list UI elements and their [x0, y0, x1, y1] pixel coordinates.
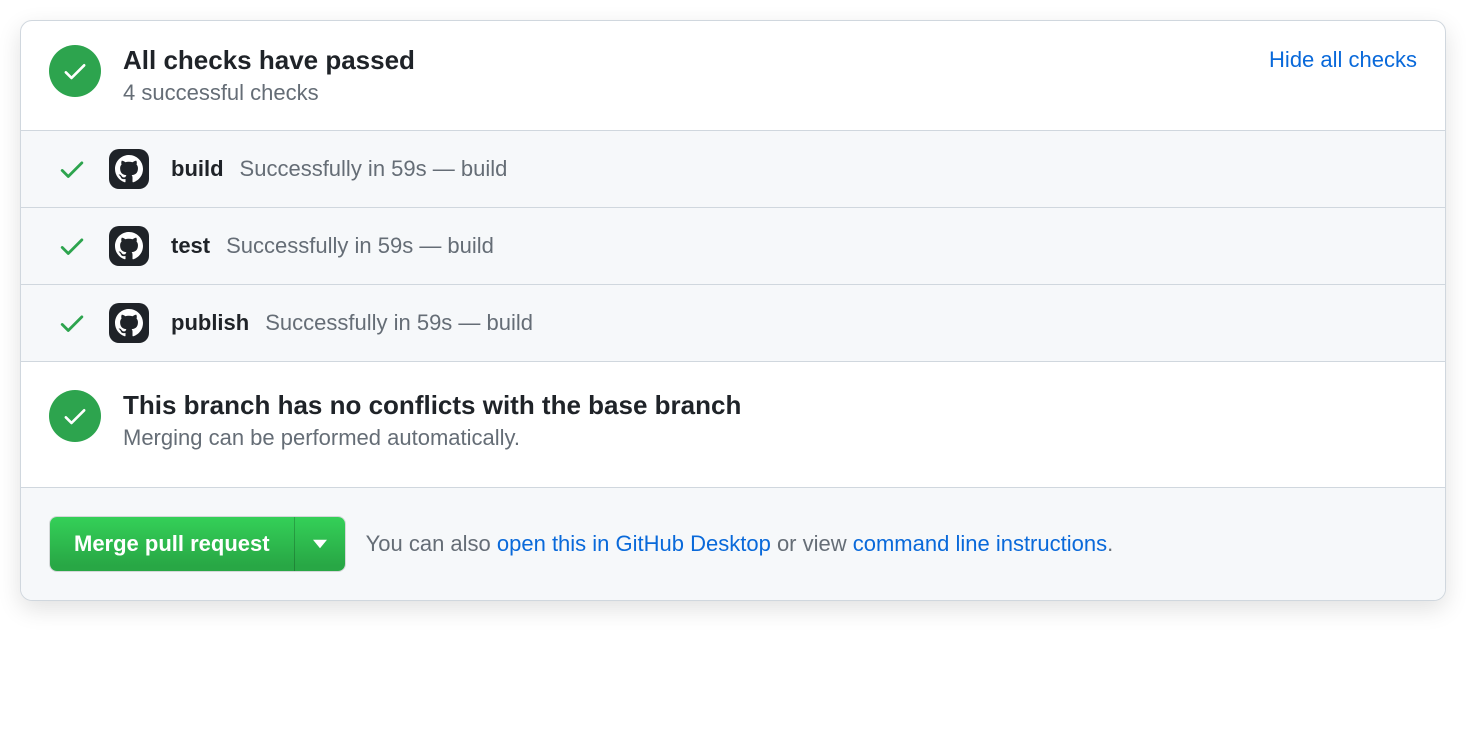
open-desktop-link[interactable]: open this in GitHub Desktop [497, 531, 771, 556]
hint-suffix: . [1107, 531, 1113, 556]
check-text: test Successfully in 59s — build [171, 233, 494, 259]
check-name: test [171, 233, 210, 259]
merge-options-dropdown[interactable] [294, 517, 345, 571]
toggle-checks-link[interactable]: Hide all checks [1269, 45, 1417, 73]
check-success-icon [57, 308, 87, 338]
check-row: test Successfully in 59s — build [21, 208, 1445, 285]
checks-header: All checks have passed 4 successful chec… [21, 21, 1445, 130]
github-icon [109, 149, 149, 189]
command-line-link[interactable]: command line instructions [853, 531, 1107, 556]
success-status-icon [49, 45, 101, 97]
check-name: build [171, 156, 224, 182]
check-success-icon [57, 154, 87, 184]
hint-prefix: You can also [366, 531, 497, 556]
merge-footer: Merge pull request You can also open thi… [21, 487, 1445, 600]
merge-button-group: Merge pull request [49, 516, 346, 572]
check-detail: Successfully in 59s — build [240, 156, 508, 182]
checks-header-text: All checks have passed 4 successful chec… [123, 45, 415, 106]
merge-status-title: This branch has no conflicts with the ba… [123, 390, 741, 421]
merge-status-subtitle: Merging can be performed automatically. [123, 425, 741, 451]
merge-panel: All checks have passed 4 successful chec… [20, 20, 1446, 601]
check-success-icon [57, 231, 87, 261]
checks-title: All checks have passed [123, 45, 415, 76]
caret-down-icon [313, 539, 327, 549]
check-text: build Successfully in 59s — build [171, 156, 507, 182]
github-icon [109, 226, 149, 266]
merge-hint-text: You can also open this in GitHub Desktop… [366, 531, 1114, 557]
check-row: build Successfully in 59s — build [21, 131, 1445, 208]
check-detail: Successfully in 59s — build [265, 310, 533, 336]
success-status-icon [49, 390, 101, 442]
hint-mid: or view [771, 531, 853, 556]
check-row: publish Successfully in 59s — build [21, 285, 1445, 361]
checks-list: build Successfully in 59s — build test S… [21, 130, 1445, 361]
check-text: publish Successfully in 59s — build [171, 310, 533, 336]
github-icon [109, 303, 149, 343]
checks-subtitle: 4 successful checks [123, 80, 415, 106]
check-detail: Successfully in 59s — build [226, 233, 494, 259]
merge-status-text: This branch has no conflicts with the ba… [123, 390, 741, 451]
check-name: publish [171, 310, 249, 336]
merge-status-section: This branch has no conflicts with the ba… [21, 361, 1445, 487]
merge-pull-request-button[interactable]: Merge pull request [50, 517, 294, 571]
